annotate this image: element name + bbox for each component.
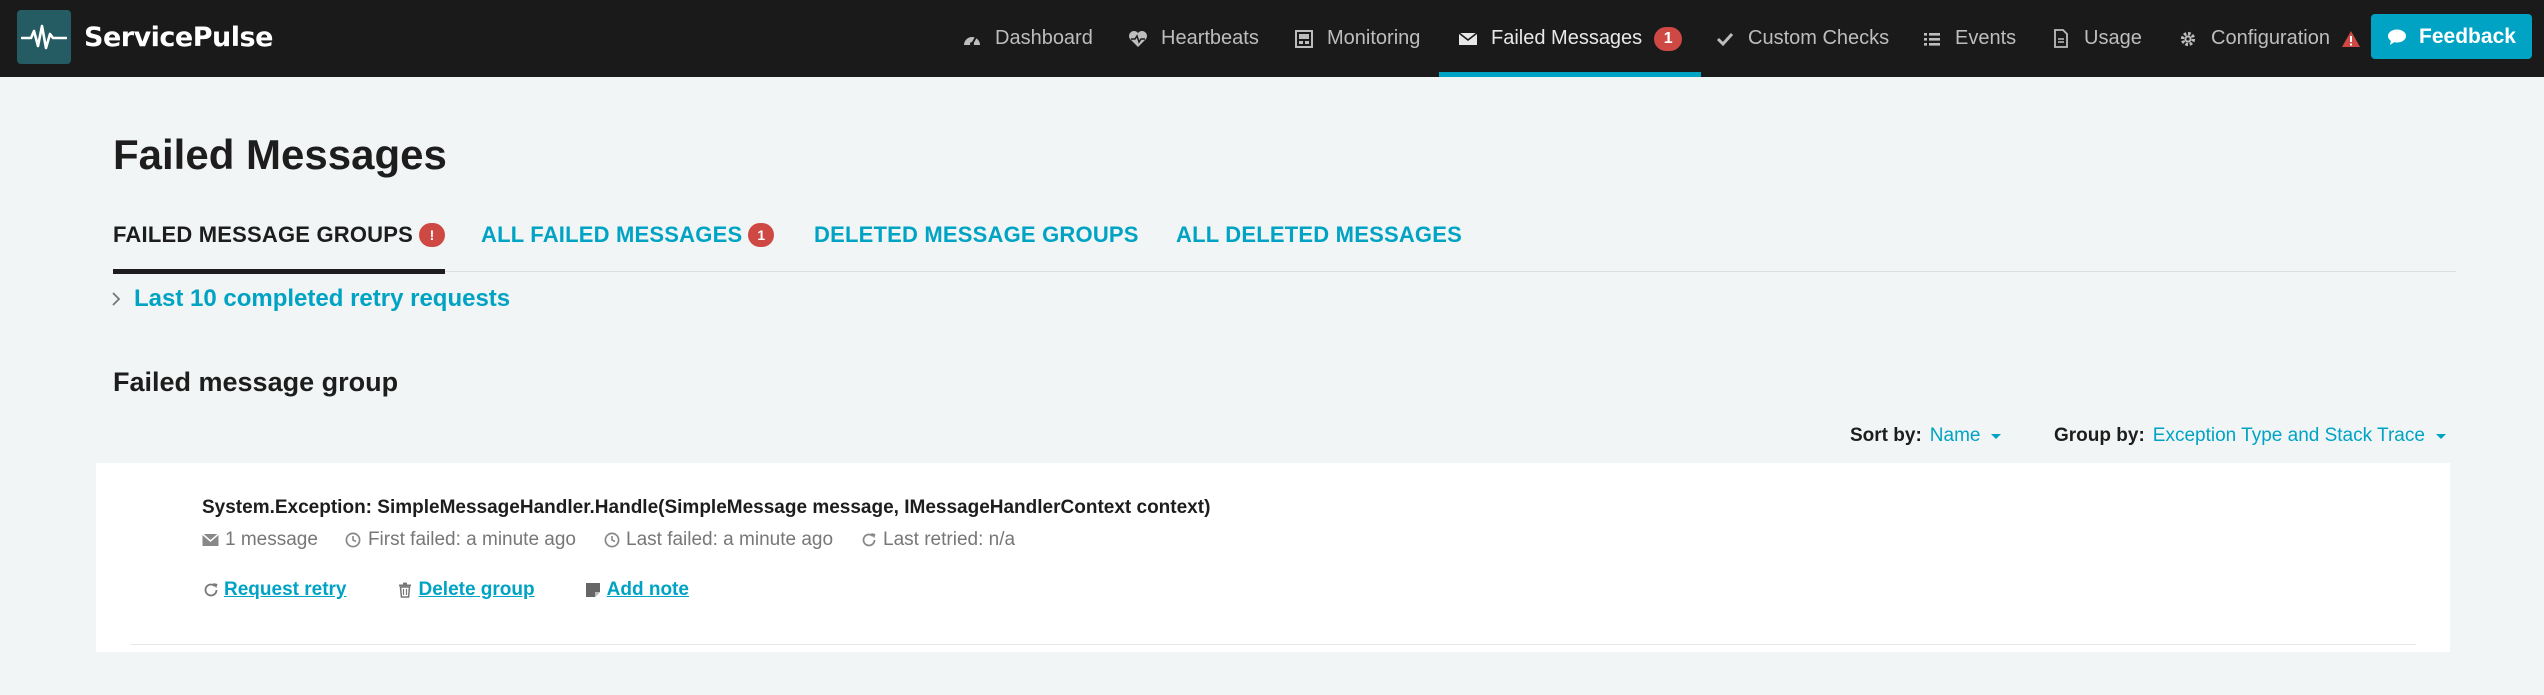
group-actions: Request retry Delete group Add note — [202, 579, 739, 601]
card-divider — [130, 644, 2416, 645]
request-retry-label: Request retry — [224, 579, 347, 600]
nav-configuration-label: Configuration — [2211, 27, 2330, 49]
heartbeat-icon — [1128, 29, 1148, 49]
nav-custom-checks[interactable]: Custom Checks — [1715, 0, 1889, 77]
gear-icon — [2178, 29, 2198, 49]
section-title: Failed message group — [113, 367, 399, 397]
tab-failed-message-groups-badge: ! — [419, 223, 446, 247]
last-retried: Last retried: n/a — [860, 529, 1015, 551]
clock-icon — [603, 532, 620, 549]
delete-group-button[interactable]: Delete group — [397, 579, 535, 601]
top-navbar: ServicePulse Dashboard Heartbeats Monito… — [0, 0, 2544, 77]
last-failed: Last failed: a minute ago — [603, 529, 833, 551]
nav-events-label: Events — [1955, 27, 2017, 49]
last-retried-text: Last retried: n/a — [883, 529, 1016, 550]
tab-deleted-message-groups[interactable]: DELETED MESSAGE GROUPS — [814, 222, 1139, 272]
caret-down-icon — [1991, 433, 2002, 439]
nav-usage-label: Usage — [2084, 27, 2142, 49]
add-note-label: Add note — [606, 579, 689, 600]
nav-dashboard[interactable]: Dashboard — [962, 0, 1093, 77]
feedback-label: Feedback — [2419, 24, 2516, 48]
group-title: System.Exception: SimpleMessageHandler.H… — [202, 497, 1211, 518]
retry-history-label: Last 10 completed retry requests — [134, 285, 511, 312]
nav-configuration[interactable]: Configuration — [2178, 0, 2361, 77]
servicepulse-logo-icon — [17, 10, 71, 64]
envelope-icon — [1458, 29, 1478, 49]
tab-all-failed-messages-label: ALL FAILED MESSAGES — [481, 222, 743, 247]
envelope-icon — [202, 532, 219, 549]
nav-events[interactable]: Events — [1922, 0, 2016, 77]
clock-icon — [345, 532, 362, 549]
caret-down-icon — [2435, 433, 2446, 439]
failed-message-group-card[interactable]: System.Exception: SimpleMessageHandler.H… — [96, 463, 2450, 652]
tab-deleted-message-groups-label: DELETED MESSAGE GROUPS — [814, 222, 1139, 247]
nav-dashboard-label: Dashboard — [995, 27, 1093, 49]
retry-history-toggle[interactable]: Last 10 completed retry requests — [111, 285, 510, 313]
chevron-right-icon — [111, 292, 125, 306]
request-retry-button[interactable]: Request retry — [202, 579, 347, 601]
sort-by-value: Name — [1929, 425, 1981, 446]
tab-all-deleted-messages-label: ALL DELETED MESSAGES — [1176, 222, 1462, 247]
tab-all-failed-messages[interactable]: ALL FAILED MESSAGES 1 — [481, 222, 775, 272]
group-by-label: Group by: — [2054, 425, 2145, 446]
warning-icon — [2341, 30, 2361, 48]
brand-name: ServicePulse — [84, 21, 273, 53]
message-count: 1 message — [202, 529, 318, 551]
nav-failed-messages-label: Failed Messages — [1491, 27, 1643, 49]
last-failed-text: Last failed: a minute ago — [626, 529, 834, 550]
monitoring-icon — [1294, 29, 1314, 49]
comment-icon — [2387, 28, 2407, 46]
brand[interactable]: ServicePulse — [17, 10, 273, 64]
refresh-icon — [202, 582, 219, 599]
failed-messages-count-badge: 1 — [1654, 26, 1683, 51]
tab-bar: FAILED MESSAGE GROUPS! ALL FAILED MESSAG… — [113, 222, 2456, 274]
nav-heartbeats-label: Heartbeats — [1161, 27, 1259, 49]
nav-failed-messages[interactable]: Failed Messages 1 — [1438, 0, 1702, 77]
trash-icon — [397, 582, 414, 599]
add-note-button[interactable]: Add note — [585, 579, 689, 601]
nav-heartbeats[interactable]: Heartbeats — [1128, 0, 1259, 77]
nav-monitoring[interactable]: Monitoring — [1294, 0, 1420, 77]
tab-failed-message-groups[interactable]: FAILED MESSAGE GROUPS! — [113, 222, 446, 274]
page-title: Failed Messages — [113, 131, 447, 178]
tab-all-failed-messages-badge: 1 — [748, 223, 775, 247]
first-failed: First failed: a minute ago — [345, 529, 576, 551]
tab-failed-message-groups-label: FAILED MESSAGE GROUPS — [113, 222, 414, 247]
group-by-dropdown[interactable]: Group by: Exception Type and Stack Trace — [2054, 423, 2446, 449]
message-count-text: 1 message — [225, 529, 318, 550]
first-failed-text: First failed: a minute ago — [367, 529, 576, 550]
delete-group-label: Delete group — [418, 579, 535, 600]
dashboard-icon — [962, 29, 982, 49]
sort-by-dropdown[interactable]: Sort by: Name — [1850, 423, 2002, 449]
nav-custom-checks-label: Custom Checks — [1748, 27, 1890, 49]
nav-monitoring-label: Monitoring — [1327, 27, 1421, 49]
group-meta: 1 message First failed: a minute ago Las… — [202, 529, 1042, 551]
refresh-icon — [860, 532, 877, 549]
nav-usage[interactable]: Usage — [2051, 0, 2142, 77]
document-icon — [2051, 29, 2071, 49]
sort-by-label: Sort by: — [1850, 425, 1922, 446]
group-by-value: Exception Type and Stack Trace — [2152, 425, 2425, 446]
sticky-note-icon — [585, 582, 602, 599]
list-icon — [1922, 29, 1942, 49]
tab-all-deleted-messages[interactable]: ALL DELETED MESSAGES — [1176, 222, 1462, 272]
check-icon — [1715, 29, 1735, 49]
feedback-button[interactable]: Feedback — [2371, 14, 2532, 59]
